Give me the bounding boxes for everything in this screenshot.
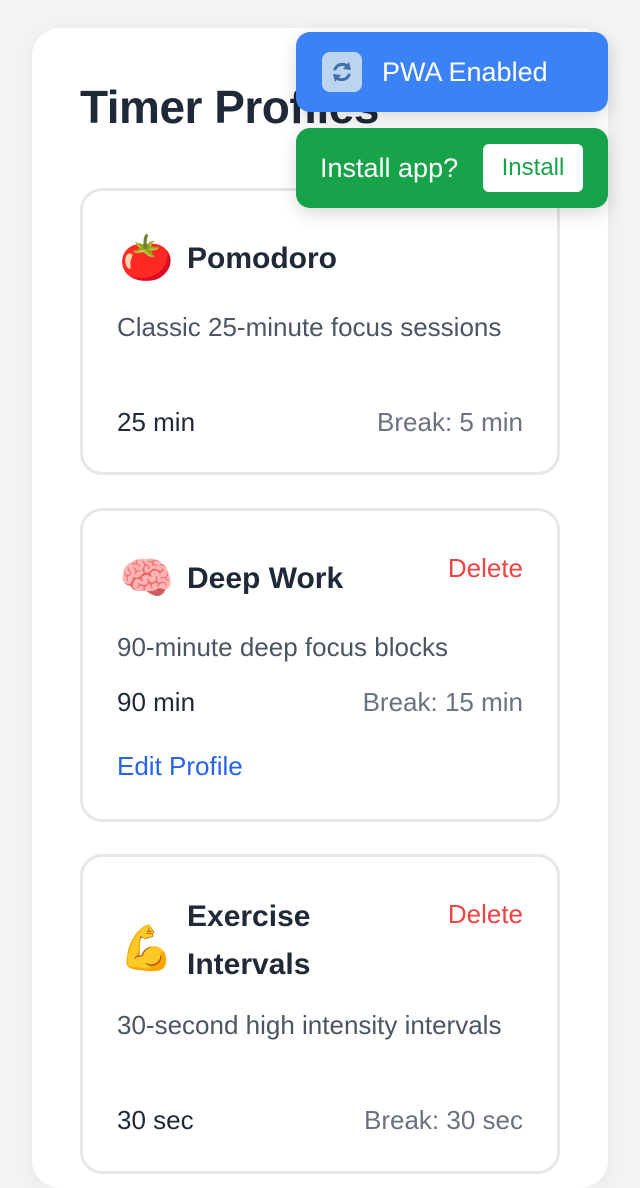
sync-icon xyxy=(322,52,362,92)
profile-card-pomodoro[interactable]: 🍅 Pomodoro Classic 25-minute focus sessi… xyxy=(80,188,560,475)
install-button[interactable]: Install xyxy=(483,144,583,192)
profile-break: Break: 5 min xyxy=(377,407,523,437)
delete-button[interactable]: Delete xyxy=(448,899,523,930)
edit-profile-link[interactable]: Edit Profile xyxy=(117,751,243,782)
flexed-biceps-icon: 💪 xyxy=(119,924,174,973)
profile-duration: 25 min xyxy=(117,407,196,437)
profile-description: Classic 25-minute focus sessions xyxy=(117,312,502,342)
install-app-toast: Install app? Install xyxy=(296,128,608,208)
pwa-enabled-text: PWA Enabled xyxy=(382,57,548,87)
profile-description: 90-minute deep focus blocks xyxy=(117,632,448,662)
tomato-icon: 🍅 xyxy=(119,234,174,283)
profile-duration: 30 sec xyxy=(117,1105,194,1135)
profile-break: Break: 15 min xyxy=(362,687,523,717)
profile-name: Pomodoro xyxy=(187,242,337,275)
profile-description: 30-second high intensity intervals xyxy=(117,1010,502,1040)
pwa-enabled-toast: PWA Enabled xyxy=(296,32,608,112)
profile-break: Break: 30 sec xyxy=(364,1105,523,1135)
delete-button[interactable]: Delete xyxy=(448,553,523,584)
profile-name: Deep Work xyxy=(187,562,344,595)
profile-duration: 90 min xyxy=(117,687,196,717)
profile-card-deep-work[interactable]: 🧠 Deep Work Delete 90-minute deep focus … xyxy=(80,508,560,822)
profile-card-exercise-intervals[interactable]: 💪 Exercise Intervals Delete 30-second hi… xyxy=(80,854,560,1174)
install-prompt-text: Install app? xyxy=(320,153,459,183)
profile-name: Exercise Intervals xyxy=(187,900,311,981)
brain-icon: 🧠 xyxy=(119,554,174,603)
